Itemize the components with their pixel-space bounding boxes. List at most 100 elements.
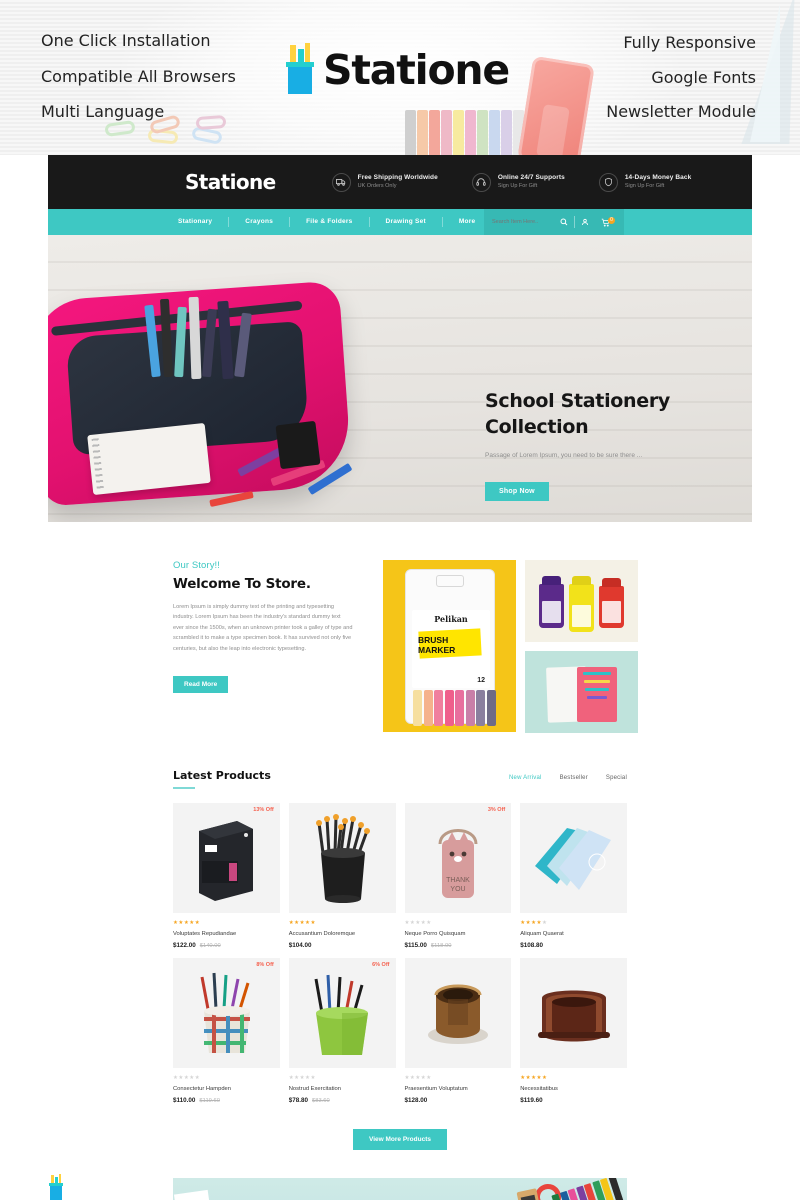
shield-icon — [598, 172, 618, 192]
promo-feature-newsletter: Newsletter Module — [606, 102, 756, 121]
product-name[interactable]: Neque Porro Quisquam — [405, 931, 512, 937]
colored-pencils-illustration — [550, 1178, 627, 1200]
story-text-column: Our Story!! Welcome To Store. Lorem Ipsu… — [58, 560, 363, 733]
search-input[interactable] — [492, 219, 554, 225]
product-card[interactable]: ★★★★★ Aliquam Quaerat $108.80 — [520, 803, 627, 949]
main-navigation: Stationary Crayons File & Folders Drawin… — [48, 209, 752, 235]
price-current: $128.00 — [404, 1097, 428, 1104]
search-icon[interactable] — [554, 218, 574, 226]
cart-icon[interactable]: 0 — [595, 216, 616, 227]
product-card[interactable]: 8% Off ★★★★★ Consectetur Hampden $110.00… — [173, 958, 280, 1104]
product-image[interactable]: 3% Off THANK YOU — [404, 803, 512, 913]
site-brand-name: Statione — [185, 170, 276, 194]
price-old: $119.60 — [199, 1098, 220, 1104]
promo-feature-browsers: Compatible All Browsers — [41, 67, 236, 86]
price-current: $108.80 — [520, 942, 544, 949]
product-grid: 13% Off ★★★★★ Voluptates Repudiandae $12… — [173, 803, 627, 1104]
discount-badge: 6% Off — [372, 962, 390, 968]
product-name[interactable]: Voluptates Repudiandae — [173, 931, 280, 937]
rating-stars: ★★★★★ — [173, 1075, 201, 1081]
product-name[interactable]: Consectetur Hampden — [173, 1086, 280, 1092]
product-image[interactable] — [520, 803, 627, 913]
hero-title-line-1: School Stationery — [485, 390, 671, 412]
header-feature-title: Online 24/7 Supports — [497, 174, 565, 181]
promo-feature-multi-language: Multi Language — [41, 102, 165, 121]
price-current: $110.00 — [173, 1097, 196, 1104]
product-card[interactable]: 6% Off ★★★★★ Nostrud Exercitation $78.80… — [288, 958, 396, 1104]
latest-products-section: Latest Products New Arrival Bestseller S… — [58, 769, 742, 1150]
tab-bestseller[interactable]: Bestseller — [560, 775, 588, 781]
product-name[interactable]: Accusantium Doloremque — [289, 931, 396, 937]
promo-feature-google-fonts: Google Fonts — [651, 68, 756, 87]
tab-new-arrival[interactable]: New Arrival — [509, 775, 542, 781]
product-card[interactable]: ★★★★★ Accusantium Doloremque $104.00 — [288, 803, 396, 949]
story-kicker: Our Story!! — [173, 560, 221, 571]
discount-badge: 8% Off — [256, 962, 274, 968]
hang-hole-icon — [436, 575, 464, 587]
tab-special[interactable]: Special — [606, 775, 627, 781]
green-pen-holder-icon — [314, 974, 369, 1055]
product-image[interactable] — [520, 958, 627, 1068]
shop-now-button[interactable]: Shop Now — [485, 482, 549, 501]
hero-title-line-2: Collection — [485, 416, 589, 438]
brush-marker-product-image[interactable]: Pelikan BRUSH MARKER 12 — [383, 560, 516, 732]
product-price: $104.00 — [289, 942, 396, 949]
rating-stars: ★★★★★ — [404, 1075, 432, 1081]
ink-bottle-yellow — [569, 576, 594, 632]
product-image[interactable]: 13% Off — [173, 803, 280, 913]
price-old: $83.60 — [312, 1098, 330, 1104]
header-feature-subtitle: Sign Up For Gift — [497, 183, 538, 189]
cat-gift-tag-icon: THANK YOU — [438, 829, 478, 898]
rating-stars: ★★★★★ — [173, 920, 201, 926]
product-price: $110.00 $119.60 — [173, 1097, 280, 1104]
bottom-banner[interactable] — [173, 1178, 627, 1200]
wooden-letter-holder-icon — [537, 990, 610, 1042]
product-card[interactable]: 13% Off ★★★★★ Voluptates Repudiandae $12… — [173, 803, 280, 949]
product-price: $122.00 $140.00 — [173, 942, 280, 949]
product-image[interactable]: 8% Off — [173, 958, 280, 1068]
promo-feature-one-click: One Click Installation — [41, 31, 211, 50]
rating-stars: ★★★★★ — [520, 920, 548, 926]
marker-count: 12 — [477, 677, 485, 684]
header-feature-money-back: 14-Days Money Back Sign Up For Gift — [598, 172, 691, 192]
product-name[interactable]: Nostrud Exercitation — [289, 1086, 396, 1092]
product-name[interactable]: Praesentium Voluptatum — [405, 1086, 512, 1092]
product-price: $128.00 — [405, 1097, 512, 1104]
black-notebook-illustration — [275, 420, 321, 470]
nav-item-crayons[interactable]: Crayons — [229, 217, 291, 227]
product-name[interactable]: Aliquam Quaerat — [520, 931, 627, 937]
product-image[interactable] — [288, 803, 396, 913]
story-side-images — [525, 560, 638, 733]
header-feature-title: Free Shipping Worldwide — [357, 174, 438, 181]
header-feature-subtitle: UK Orders Only — [357, 183, 397, 189]
discount-badge: 13% Off — [253, 807, 274, 813]
ink-bottle-red — [599, 578, 624, 628]
price-old: $140.00 — [199, 943, 221, 949]
ink-bottles-image[interactable] — [525, 560, 638, 642]
notebooks-image[interactable] — [525, 651, 638, 733]
rating-stars: ★★★★★ — [520, 1075, 548, 1081]
product-card[interactable]: ★★★★★ Praesentium Voluptatum $128.00 — [404, 958, 512, 1104]
promo-logo: Statione — [284, 43, 510, 94]
pink-notebook — [577, 667, 617, 722]
price-old: $118.00 — [430, 943, 452, 949]
nav-item-file-folders[interactable]: File & Folders — [290, 217, 370, 227]
product-image[interactable] — [404, 958, 512, 1068]
marker-pack-illustration: Pelikan BRUSH MARKER 12 — [405, 569, 496, 726]
view-more-products-button[interactable]: View More Products — [352, 1129, 447, 1150]
user-account-icon[interactable] — [575, 218, 595, 226]
header-feature-support: Online 24/7 Supports Sign Up For Gift — [471, 172, 565, 192]
pencil-cup-icon — [49, 170, 182, 1200]
site-logo[interactable]: Statione — [49, 170, 276, 1200]
nav-item-drawing-set[interactable]: Drawing Set — [370, 217, 443, 227]
nav-item-stationary[interactable]: Stationary — [166, 217, 230, 227]
product-card[interactable]: ★★★★★ Necessitatibus $119.60 — [520, 958, 627, 1104]
product-image[interactable]: 6% Off — [288, 958, 396, 1068]
read-more-button[interactable]: Read More — [173, 676, 229, 694]
marker-brand-name: Pelikan — [434, 614, 468, 624]
rating-stars: ★★★★★ — [288, 1075, 316, 1081]
product-card[interactable]: 3% Off THANK YOU ★★★★★ Neque Porro Quisq… — [404, 803, 512, 949]
product-name[interactable]: Necessitatibus — [520, 1086, 627, 1092]
story-body-text: Lorem Ipsum is simply dummy text of the … — [173, 604, 353, 652]
price-current: $115.00 — [404, 942, 427, 949]
